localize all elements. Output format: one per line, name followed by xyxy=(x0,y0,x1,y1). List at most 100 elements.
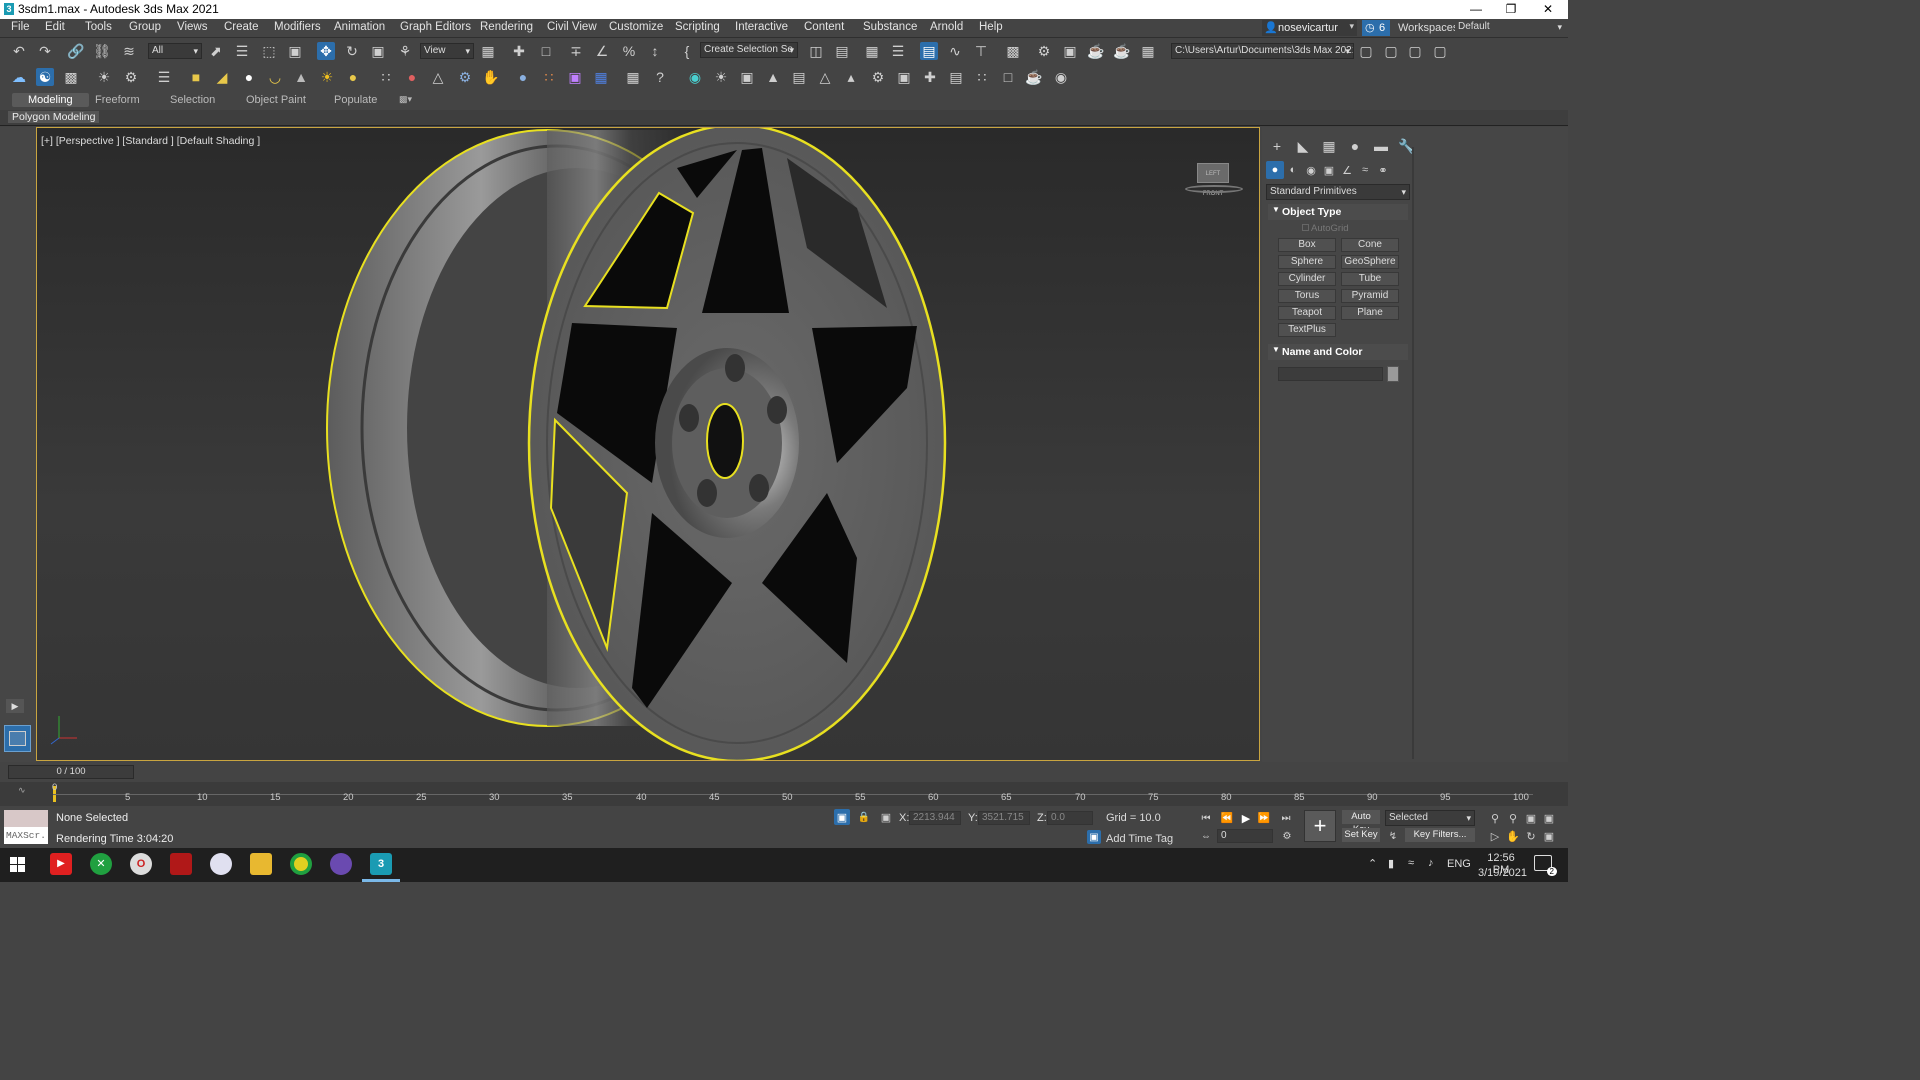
percent-snap-icon[interactable]: % xyxy=(620,42,638,60)
manipulate-icon[interactable]: ✚ xyxy=(510,42,528,60)
close-button[interactable]: ✕ xyxy=(1530,0,1566,19)
opera-app-icon[interactable]: O xyxy=(130,853,152,875)
zoom-icon[interactable]: ⚲ xyxy=(1486,809,1504,827)
material-library-icon[interactable]: ▦ xyxy=(592,68,610,86)
reference-coordinate-dropdown[interactable]: View xyxy=(420,43,474,59)
select-by-name-icon[interactable]: ☰ xyxy=(233,42,251,60)
camera-group-icon[interactable]: ▣ xyxy=(738,68,756,86)
mirror-icon[interactable]: ◫ xyxy=(807,42,825,60)
shapes-icon[interactable]: ◐ xyxy=(1284,161,1302,179)
scene-states-icon[interactable]: ☁ xyxy=(10,68,28,86)
create-project-icon[interactable]: ▢ xyxy=(1406,42,1424,60)
link-icon[interactable]: 🔗 xyxy=(67,42,85,60)
render-frame-icon[interactable]: ▣ xyxy=(895,68,913,86)
name-and-color-rollout[interactable]: ▼ Name and Color xyxy=(1268,344,1408,360)
autogrid-checkbox[interactable]: AutoGrid xyxy=(1302,223,1349,234)
volume-icon[interactable]: ♪ xyxy=(1428,857,1434,869)
3dsmax-taskbar-icon[interactable]: 3 xyxy=(370,853,392,875)
object-type-rollout[interactable]: ▼ Object Type xyxy=(1268,204,1408,220)
tab-object-paint[interactable]: Object Paint xyxy=(246,94,306,106)
notifications-button[interactable]: ◷ 6 xyxy=(1362,20,1390,36)
project-settings-icon[interactable]: ▢ xyxy=(1431,42,1449,60)
modify-tab-icon[interactable]: ◣ xyxy=(1294,137,1312,155)
substance-icon[interactable]: ▣ xyxy=(566,68,584,86)
zoom-all-icon[interactable]: ⚲ xyxy=(1504,809,1522,827)
gear-shader-icon[interactable]: ⚙ xyxy=(456,68,474,86)
previous-frame-icon[interactable]: ⏪ xyxy=(1218,809,1236,827)
select-object-icon[interactable]: ⬈ xyxy=(207,42,225,60)
curve-editor-mini-icon[interactable]: ∿ xyxy=(18,785,26,796)
menu-content[interactable]: Content xyxy=(804,21,844,33)
arnold-log-icon[interactable]: ☰ xyxy=(155,68,173,86)
batch-icon[interactable]: ∷ xyxy=(973,68,991,86)
keyboard-shortcut-icon[interactable]: □ xyxy=(537,42,555,60)
frame-icon[interactable]: □ xyxy=(999,68,1017,86)
minimize-button[interactable]: — xyxy=(1458,0,1494,19)
arnold-material-icon[interactable]: ▩ xyxy=(62,68,80,86)
key-mode-toggle-icon[interactable]: ⇔ xyxy=(1197,827,1215,845)
expand-layout-icon[interactable]: ▶ xyxy=(6,699,24,713)
tab-selection[interactable]: Selection xyxy=(170,94,215,106)
plane-button[interactable]: Plane xyxy=(1341,306,1399,320)
network-icon[interactable]: ≈ xyxy=(1408,857,1414,869)
mail-app-icon[interactable] xyxy=(210,853,232,875)
hierarchy-tab-icon[interactable]: ▦ xyxy=(1320,137,1338,155)
menu-rendering[interactable]: Rendering xyxy=(480,21,533,33)
named-selection-set-dropdown[interactable]: Create Selection Se xyxy=(700,42,798,58)
tree-icon[interactable]: ▲ xyxy=(764,68,782,86)
rocket-icon[interactable]: ▴ xyxy=(842,68,860,86)
tools-icon[interactable]: ▦ xyxy=(624,68,642,86)
set-key-button[interactable]: Set Key xyxy=(1342,828,1380,842)
angle-snap-icon[interactable]: ∠ xyxy=(593,42,611,60)
menu-edit[interactable]: Edit xyxy=(45,21,65,33)
tube-button[interactable]: Tube xyxy=(1341,272,1399,286)
maxscript-listener-top[interactable] xyxy=(4,810,48,827)
image-viewer-icon[interactable]: ▤ xyxy=(947,68,965,86)
cone-icon[interactable]: ▲ xyxy=(292,68,310,86)
key-filters-button[interactable]: Key Filters... xyxy=(1405,828,1475,842)
game-app-icon[interactable] xyxy=(170,853,192,875)
youtube-app-icon[interactable]: ▶ xyxy=(50,853,72,875)
helpers-icon[interactable]: ∠ xyxy=(1338,161,1356,179)
cylinder-button[interactable]: Cylinder xyxy=(1278,272,1336,286)
pivot-center-icon[interactable]: ▦ xyxy=(479,42,497,60)
y-coordinate-field[interactable]: 3521.715 xyxy=(978,811,1030,825)
polygon-modeling-panel[interactable]: Polygon Modeling xyxy=(8,111,100,123)
tray-chevron-icon[interactable]: ⌃ xyxy=(1368,857,1377,870)
menu-substance[interactable]: Substance xyxy=(863,21,917,33)
geometry-icon[interactable]: ● xyxy=(1266,161,1284,179)
motion-tab-icon[interactable]: ● xyxy=(1346,137,1364,155)
file-explorer-icon[interactable] xyxy=(250,853,272,875)
crosshair-icon[interactable]: ✚ xyxy=(921,68,939,86)
menu-graph-editors[interactable]: Graph Editors xyxy=(400,21,471,33)
toggle-ribbon-icon[interactable]: ☰ xyxy=(889,42,907,60)
pyramid-button[interactable]: Pyramid xyxy=(1341,289,1399,303)
menu-arnold[interactable]: Arnold xyxy=(930,21,963,33)
viber-app-icon[interactable] xyxy=(330,853,352,875)
z-coordinate-field[interactable]: 0.0 xyxy=(1047,811,1093,825)
play-icon[interactable]: ▶ xyxy=(1237,809,1255,827)
undo-icon[interactable]: ↶ xyxy=(10,42,28,60)
set-key-big-button[interactable]: + xyxy=(1304,810,1336,842)
menu-create[interactable]: Create xyxy=(224,21,259,33)
go-to-end-icon[interactable]: ⏭ xyxy=(1277,809,1295,827)
arnold-render-view-icon[interactable]: ☯ xyxy=(36,68,54,86)
spacewarps-icon[interactable]: ≈ xyxy=(1356,161,1374,179)
sun-icon[interactable]: ☀ xyxy=(318,68,336,86)
orbit-icon[interactable]: ↻ xyxy=(1522,827,1540,845)
torus-button[interactable]: Torus xyxy=(1278,289,1336,303)
select-and-rotate-icon[interactable]: ↻ xyxy=(343,42,361,60)
time-slider[interactable]: 0 / 100 xyxy=(8,765,134,779)
material-editor-icon[interactable]: ▩ xyxy=(1004,42,1022,60)
shader-icon[interactable]: ● xyxy=(403,68,421,86)
teapot-button[interactable]: Teapot xyxy=(1278,306,1336,320)
zoom-extents-all-icon[interactable]: ▣ xyxy=(1540,809,1558,827)
schematic-view-icon[interactable]: ⊤ xyxy=(972,42,990,60)
render-iterative-icon[interactable]: ☕ xyxy=(1113,42,1131,60)
ribbon-options-icon[interactable]: ▩▾ xyxy=(399,94,412,105)
lights-icon[interactable]: ◉ xyxy=(1302,161,1320,179)
time-configuration-icon[interactable]: ⚙ xyxy=(1278,827,1296,845)
clock-date[interactable]: 3/19/2021 xyxy=(1478,867,1527,879)
book-icon[interactable]: ▤ xyxy=(790,68,808,86)
menu-views[interactable]: Views xyxy=(177,21,207,33)
